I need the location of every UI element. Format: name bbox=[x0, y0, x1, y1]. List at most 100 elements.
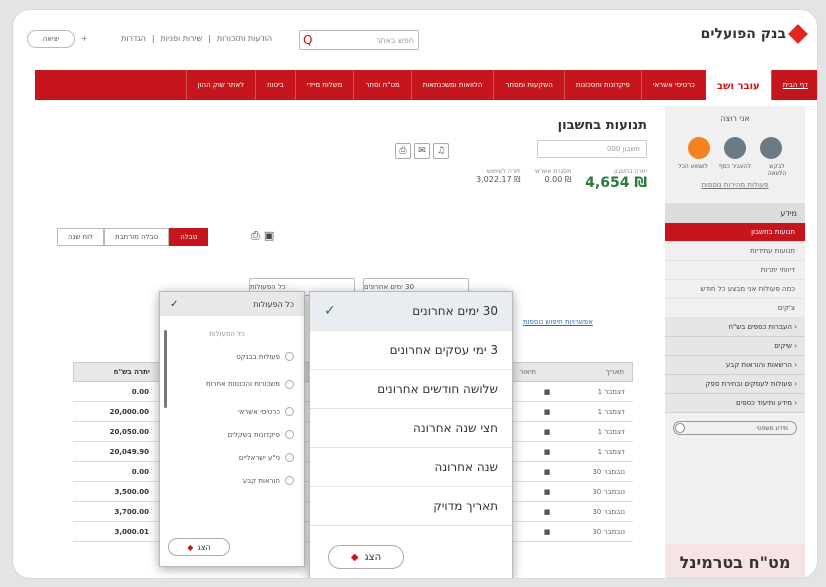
sidebar-sub-item[interactable]: תנועות עתידיות bbox=[665, 242, 805, 261]
text-size-control[interactable]: + bbox=[81, 34, 88, 43]
sidebar-group[interactable]: ‹ שיקים bbox=[665, 337, 805, 356]
check-icon: ✓ bbox=[170, 298, 179, 310]
view-tab[interactable]: טבלה bbox=[169, 228, 209, 246]
balance-label: יתרה בחשבון bbox=[614, 168, 647, 175]
print-icon[interactable]: ⎙ bbox=[395, 143, 411, 159]
period-option[interactable]: שלושה חודשים אחרונים bbox=[310, 370, 512, 409]
print-icon[interactable]: ⎙ bbox=[251, 229, 260, 243]
row-expand-icon[interactable]: ■ bbox=[537, 408, 557, 416]
row-expand-icon[interactable]: ■ bbox=[537, 388, 557, 396]
header-balance[interactable]: יתרה בש"ח bbox=[74, 368, 154, 376]
nav-item[interactable]: דף הבית bbox=[770, 70, 817, 100]
nav-item[interactable]: משלוח מיידי bbox=[294, 70, 354, 100]
radio-icon[interactable] bbox=[285, 476, 294, 485]
period-option[interactable]: תאריך מדויק bbox=[310, 487, 512, 526]
top-link-0[interactable]: הודעות ותזכורות bbox=[217, 34, 272, 43]
mail-icon[interactable]: ✉ bbox=[414, 143, 430, 159]
sidebar-group[interactable]: ‹ הרשאות והוראות קבע bbox=[665, 356, 805, 375]
radio-icon[interactable] bbox=[285, 379, 294, 389]
dropdown-header-label: כל הפעולות bbox=[253, 299, 294, 309]
balance-label: יתרה לשימוש bbox=[487, 168, 521, 175]
period-option[interactable]: שנה אחרונה bbox=[310, 448, 512, 487]
search-placeholder: חפש באתר bbox=[375, 35, 414, 45]
dropdown-item[interactable]: פיקדונות בשקלים bbox=[160, 423, 304, 446]
nav-item[interactable]: לאתר שוק ההון bbox=[185, 70, 255, 100]
top-link-2[interactable]: הגדרות bbox=[121, 34, 146, 43]
period-dropdown: 30 ימים אחרונים ✓ 3 ימי עסקים אחרונים שלושה… bbox=[309, 291, 513, 578]
all-actions-link[interactable]: פעולות מהירות נוספות bbox=[665, 181, 805, 189]
logout-button[interactable]: יציאה bbox=[27, 30, 75, 48]
dropdown-item[interactable]: ני"ע ישראליים bbox=[160, 446, 304, 469]
row-expand-icon[interactable]: ■ bbox=[537, 508, 557, 516]
row-expand-icon[interactable]: ■ bbox=[537, 448, 557, 456]
sidebar-group[interactable]: ‹ פעולות לעסקים ובחירת ספק bbox=[665, 375, 805, 394]
balance-item: מסגרת אשראי ₪ 0.00 bbox=[534, 168, 571, 191]
period-list: 30 ימים אחרונים ✓ 3 ימי עסקים אחרונים שלושה… bbox=[310, 292, 512, 526]
nav-item[interactable]: כרטיסי אשראי bbox=[640, 70, 706, 100]
radio-icon[interactable] bbox=[285, 407, 294, 416]
bell-icon[interactable]: ♫ bbox=[433, 143, 449, 159]
sidebar-sub-item[interactable]: כמה פעולות אני מבצע כל חודש bbox=[665, 280, 805, 299]
nav-item[interactable]: עובר ושב bbox=[705, 70, 771, 102]
logo-text: בנק הפועלים bbox=[700, 26, 786, 42]
radio-icon[interactable] bbox=[285, 453, 294, 462]
nav-item[interactable]: השקעות ומסחר bbox=[493, 70, 563, 100]
nav-item[interactable]: מט"ח וסחר bbox=[353, 70, 410, 100]
bank-logo[interactable]: בנק הפועלים bbox=[700, 24, 808, 44]
sidebar-section-info[interactable]: מידע bbox=[665, 203, 805, 223]
row-date: נובמבר 30 bbox=[592, 467, 625, 476]
main-nav: דף הבית עובר ושב כרטיסי אשראי פיקדונות וחסכ… bbox=[35, 70, 817, 102]
period-option[interactable]: 3 ימי עסקים אחרונים bbox=[310, 331, 512, 370]
row-expand-icon[interactable]: ■ bbox=[537, 428, 557, 436]
sidebar-group[interactable]: ‹ מידע ותיעוד כספים bbox=[665, 394, 805, 413]
advanced-search-link[interactable]: אפשרויות חיפוש נוספות bbox=[523, 318, 593, 326]
row-expand-icon[interactable]: ■ bbox=[537, 468, 557, 476]
legal-toggle[interactable]: מידע משפטי bbox=[673, 421, 797, 435]
dropdown-item[interactable]: הוראות קבע bbox=[160, 469, 304, 492]
show-button[interactable]: הצג ◆ bbox=[168, 538, 230, 556]
nav-item[interactable]: ביטוח bbox=[255, 70, 295, 100]
search-input[interactable]: Q חפש באתר bbox=[299, 30, 419, 50]
row-date: נובמבר 30 bbox=[592, 507, 625, 516]
row-expand-icon[interactable]: ■ bbox=[537, 488, 557, 496]
loan-icon[interactable] bbox=[688, 137, 710, 159]
dropdown-header[interactable]: כל הפעולות ✓ bbox=[160, 292, 304, 316]
dropdown-item[interactable]: כרטיסי אשראי bbox=[160, 400, 304, 423]
promo-banner[interactable]: מט"ח בטרמינל bbox=[665, 544, 805, 578]
quick-action-label[interactable]: לבקש הלוואה bbox=[760, 163, 794, 177]
view-tab[interactable]: לוח שנה bbox=[57, 228, 105, 246]
sidebar-group[interactable]: ‹ העברות כספים בש"ח bbox=[665, 318, 805, 337]
account-select[interactable]: חשבון 000 bbox=[537, 140, 647, 158]
row-expand-icon[interactable]: ■ bbox=[537, 528, 557, 536]
period-option[interactable]: חצי שנה אחרונה bbox=[310, 409, 512, 448]
more-icon[interactable] bbox=[760, 137, 782, 159]
row-date: נובמבר 30 bbox=[592, 527, 625, 536]
sidebar-greeting: אני רוצה bbox=[720, 114, 750, 123]
nav-item[interactable]: הלוואות ומשכנתאות bbox=[410, 70, 494, 100]
nav-item[interactable]: פיקדונות וחסכונות bbox=[563, 70, 641, 100]
toggle-knob[interactable] bbox=[675, 423, 685, 433]
radio-icon[interactable] bbox=[285, 352, 294, 361]
sidebar-sub-item[interactable]: דיווחי יתרות bbox=[665, 261, 805, 280]
period-option[interactable]: 30 ימים אחרונים ✓ bbox=[310, 292, 512, 331]
balances: יתרה בחשבון ₪ 4,654 מסגרת אשראי ₪ 0.00 יתרה … bbox=[476, 168, 647, 191]
quick-action-label[interactable]: להעביר כסף bbox=[718, 163, 752, 177]
transfer-icon[interactable] bbox=[724, 137, 746, 159]
quick-action-labels: לבקש הלוואה להעביר כסף לשמוע הכל bbox=[665, 163, 805, 177]
radio-icon[interactable] bbox=[285, 430, 294, 439]
search-icon[interactable]: Q bbox=[303, 33, 312, 47]
dropdown-item[interactable]: משכורות והכנסות אחרות bbox=[160, 368, 304, 400]
sidebar-sub-item[interactable]: צ'קים bbox=[665, 299, 805, 318]
row-balance: 20,050.00 bbox=[109, 427, 149, 436]
show-button[interactable]: הצג ◆ bbox=[328, 545, 404, 569]
sidebar-sub-item[interactable]: תנועות בחשבון bbox=[665, 223, 805, 242]
quick-action-label[interactable]: לשמוע הכל bbox=[676, 163, 710, 177]
top-link-1[interactable]: שירות ופניות bbox=[161, 34, 203, 43]
balance-item: יתרה לשימוש ₪ 3,022.17 bbox=[476, 168, 520, 191]
export-icon[interactable]: ▣ bbox=[264, 229, 274, 243]
dropdown-item[interactable]: פעולות בבנקט bbox=[160, 345, 304, 368]
header-date[interactable]: תאריך bbox=[556, 368, 632, 376]
row-date: דצמבר 1 bbox=[597, 407, 625, 416]
view-tab[interactable]: טבלה מורחבת bbox=[104, 228, 170, 246]
row-balance: 20,000.00 bbox=[109, 407, 149, 416]
